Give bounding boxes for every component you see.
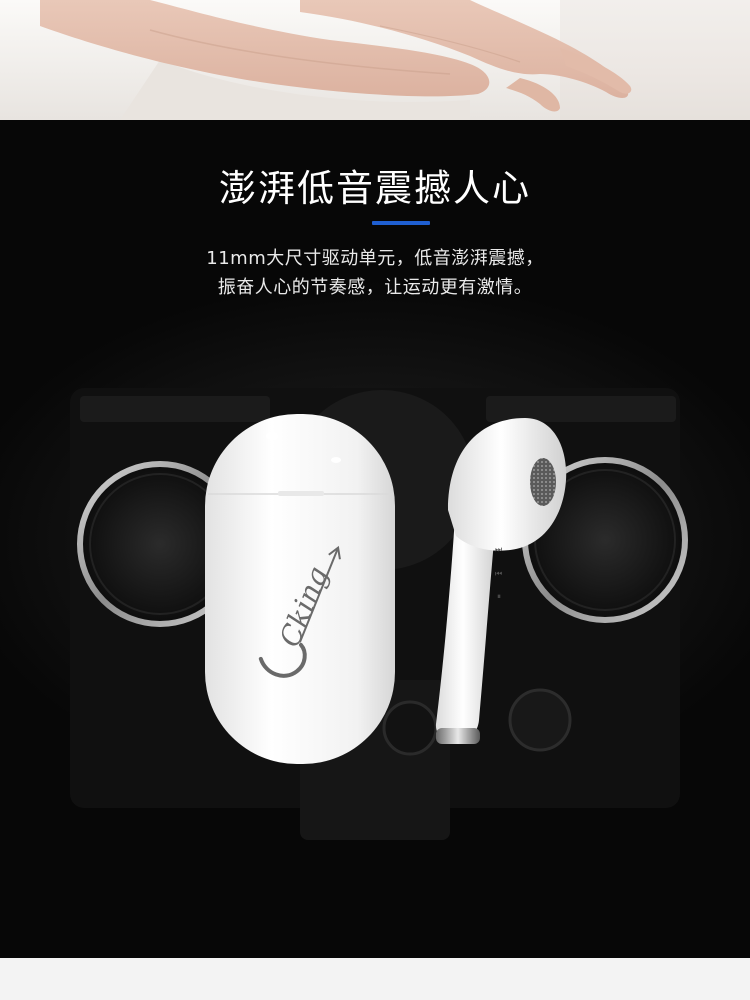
headline: 澎湃低音震撼人心 — [219, 167, 531, 210]
description: 11mm大尺寸驱动单元，低音澎湃震撼， 振奋人心的节奏感，让运动更有激情。 — [0, 244, 750, 302]
svg-text:⏭: ⏭ — [495, 545, 502, 554]
svg-text:⏸: ⏸ — [497, 592, 501, 601]
lifestyle-photo — [0, 0, 750, 120]
description-line-1: 11mm大尺寸驱动单元，低音澎湃震撼， — [206, 248, 544, 269]
accent-divider — [372, 221, 430, 225]
promo-panel: ⏭ ⏮ ⏸ Cking 澎湃低音震撼人心 11mm大尺寸驱动单元，低音澎湃震撼，… — [0, 120, 750, 958]
svg-text:⏮: ⏮ — [495, 569, 502, 578]
description-line-2: 振奋人心的节奏感，让运动更有激情。 — [217, 277, 533, 298]
bottom-band — [0, 958, 750, 1000]
